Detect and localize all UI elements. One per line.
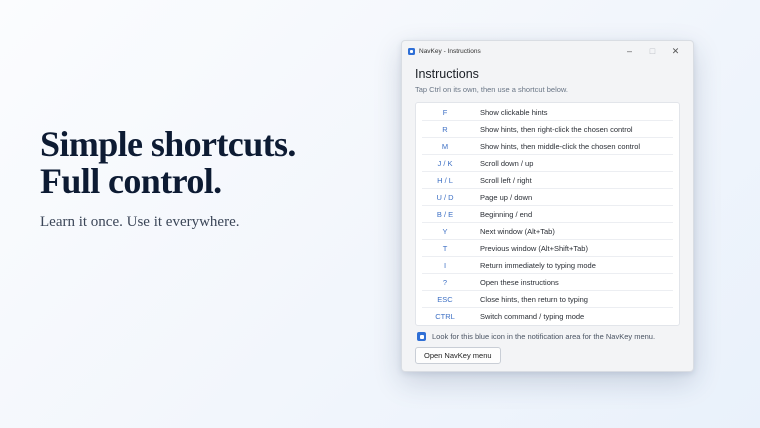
shortcut-key: J / K bbox=[437, 158, 453, 168]
navkey-app-icon bbox=[408, 47, 415, 55]
shortcut-key: CTRL bbox=[435, 311, 455, 321]
shortcut-description: Page up / down bbox=[480, 192, 533, 202]
shortcut-key: R bbox=[442, 124, 448, 134]
shortcut-row: J / K Scroll down / up bbox=[422, 155, 673, 172]
shortcut-row: T Previous window (Alt+Shift+Tab) bbox=[422, 240, 673, 257]
shortcut-row: F Show clickable hints bbox=[422, 104, 673, 121]
hero-title: Simple shortcuts. Full control. bbox=[40, 126, 296, 200]
shortcut-row: ? Open these instructions bbox=[422, 274, 673, 291]
shortcut-description: Show hints, then right-click the chosen … bbox=[480, 124, 633, 134]
instructions-window: NavKey - Instructions – □ ✕ Instructions… bbox=[401, 40, 694, 372]
maximize-button[interactable]: □ bbox=[641, 44, 664, 58]
open-navkey-menu-button[interactable]: Open NavKey menu bbox=[415, 347, 501, 364]
shortcut-description: Return immediately to typing mode bbox=[480, 260, 596, 270]
shortcut-row: R Show hints, then right-click the chosen… bbox=[422, 121, 673, 138]
shortcut-description: Beginning / end bbox=[480, 209, 533, 219]
close-button[interactable]: ✕ bbox=[664, 44, 687, 58]
shortcut-table: F Show clickable hints R Show hints, then r… bbox=[415, 102, 680, 326]
shortcut-key: T bbox=[442, 243, 448, 253]
shortcut-key: I bbox=[443, 260, 447, 270]
window-titlebar[interactable]: NavKey - Instructions – □ ✕ bbox=[402, 43, 693, 59]
window-title: NavKey - Instructions bbox=[419, 47, 481, 55]
hero-subtitle: Learn it once. Use it everywhere. bbox=[40, 214, 240, 230]
window-controls: – □ ✕ bbox=[618, 44, 687, 58]
shortcut-row: CTRL Switch command / typing mode bbox=[422, 308, 673, 324]
shortcut-key: M bbox=[441, 141, 449, 151]
shortcut-key: ESC bbox=[437, 294, 453, 304]
shortcut-key: F bbox=[442, 107, 448, 117]
shortcut-row: ESC Close hints, then return to typing bbox=[422, 291, 673, 308]
shortcut-description: Close hints, then return to typing bbox=[480, 294, 588, 304]
shortcut-key: B / E bbox=[436, 209, 454, 219]
navkey-tray-icon bbox=[417, 332, 426, 341]
hero: Simple shortcuts. Full control. Learn it… bbox=[40, 126, 296, 231]
shortcut-description: Open these instructions bbox=[480, 277, 559, 287]
shortcut-description: Next window (Alt+Tab) bbox=[480, 226, 555, 236]
shortcut-description: Show clickable hints bbox=[480, 107, 548, 117]
shortcut-description: Show hints, then middle-click the chosen… bbox=[480, 141, 641, 151]
shortcut-row: M Show hints, then middle-click the chose… bbox=[422, 138, 673, 155]
shortcut-row: Y Next window (Alt+Tab) bbox=[422, 223, 673, 240]
shortcut-key: Y bbox=[442, 226, 448, 236]
shortcut-row: U / D Page up / down bbox=[422, 189, 673, 206]
shortcut-key: ? bbox=[442, 277, 448, 287]
shortcut-row: I Return immediately to typing mode bbox=[422, 257, 673, 274]
shortcut-row: B / E Beginning / end bbox=[422, 206, 673, 223]
window-content: Instructions Tap Ctrl on its own, then u… bbox=[402, 67, 693, 364]
hero-title-line1: Simple shortcuts. bbox=[40, 124, 296, 164]
shortcut-key: H / L bbox=[437, 175, 453, 185]
instructions-subtitle: Tap Ctrl on its own, then use a shortcut… bbox=[415, 85, 568, 94]
shortcut-key: U / D bbox=[436, 192, 454, 202]
shortcut-description: Scroll left / right bbox=[480, 175, 532, 185]
shortcut-description: Switch command / typing mode bbox=[480, 311, 585, 321]
shortcut-row: H / L Scroll left / right bbox=[422, 172, 673, 189]
minimize-button[interactable]: – bbox=[618, 44, 641, 58]
tip-text: Look for this blue icon in the notificat… bbox=[432, 332, 656, 341]
tip: Look for this blue icon in the notificat… bbox=[415, 332, 680, 341]
instructions-heading: Instructions bbox=[415, 67, 479, 81]
hero-title-line2: Full control. bbox=[40, 161, 222, 201]
shortcut-description: Scroll down / up bbox=[480, 158, 534, 168]
shortcut-description: Previous window (Alt+Shift+Tab) bbox=[480, 243, 588, 253]
